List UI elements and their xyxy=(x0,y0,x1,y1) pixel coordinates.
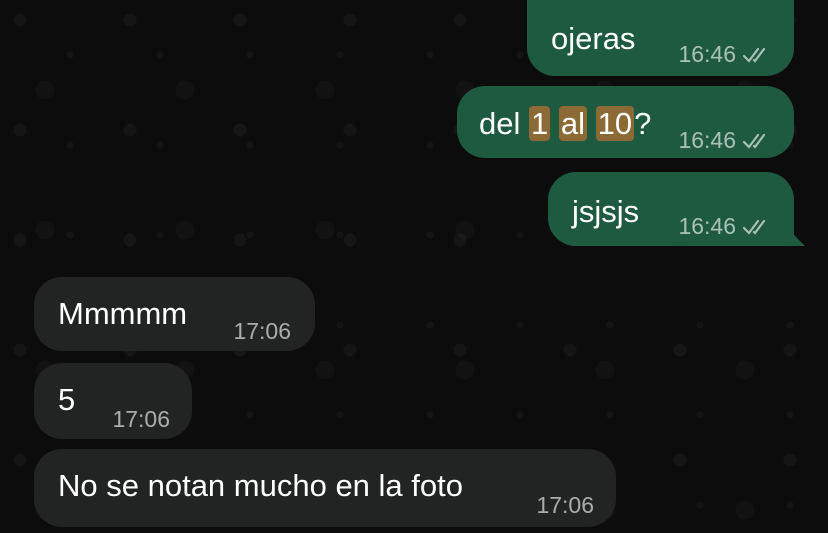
message-time: 17:06 xyxy=(112,406,170,432)
message-segment: del xyxy=(479,106,529,141)
message-meta: 16:46 xyxy=(678,43,772,66)
message-time: 16:46 xyxy=(678,213,736,239)
message-segment xyxy=(587,106,596,141)
message-meta: 16:46 xyxy=(678,129,772,152)
incoming-message[interactable]: Mmmmm 17:06 xyxy=(34,277,315,351)
message-text: Mmmmm xyxy=(58,296,188,331)
message-meta: 16:46 xyxy=(678,215,772,238)
double-check-icon xyxy=(742,219,766,235)
outgoing-message[interactable]: ojeras 16:46 xyxy=(527,0,794,76)
message-text: ojeras xyxy=(551,21,636,56)
outgoing-message[interactable]: jsjsjs 16:46 xyxy=(548,172,805,246)
double-check-icon xyxy=(742,47,766,63)
message-time: 16:46 xyxy=(678,127,736,153)
message-time: 17:06 xyxy=(536,492,594,518)
message-list: ojeras 16:46 del 1 al 10? 16:46 jsjsjs 1… xyxy=(0,0,828,533)
message-meta: 17:06 xyxy=(536,494,594,517)
incoming-message[interactable]: No se notan mucho en la foto 17:06 xyxy=(34,449,616,527)
double-check-icon xyxy=(742,133,766,149)
message-segment xyxy=(550,106,559,141)
message-text: jsjsjs xyxy=(572,194,640,229)
incoming-message[interactable]: 5 17:06 xyxy=(34,363,192,439)
search-highlight: al xyxy=(558,106,587,141)
message-meta: 17:06 xyxy=(233,320,291,343)
message-text: No se notan mucho en la foto xyxy=(58,468,463,503)
message-text: del 1 al 10? xyxy=(479,106,652,141)
message-time: 16:46 xyxy=(678,41,736,67)
search-highlight: 1 xyxy=(528,106,551,141)
message-meta: 17:06 xyxy=(112,408,170,431)
bubble-tail xyxy=(787,228,805,246)
message-segment: ? xyxy=(634,106,652,141)
search-highlight: 10 xyxy=(595,106,635,141)
message-text: 5 xyxy=(58,382,76,417)
outgoing-message[interactable]: del 1 al 10? 16:46 xyxy=(457,86,794,158)
message-time: 17:06 xyxy=(233,318,291,344)
